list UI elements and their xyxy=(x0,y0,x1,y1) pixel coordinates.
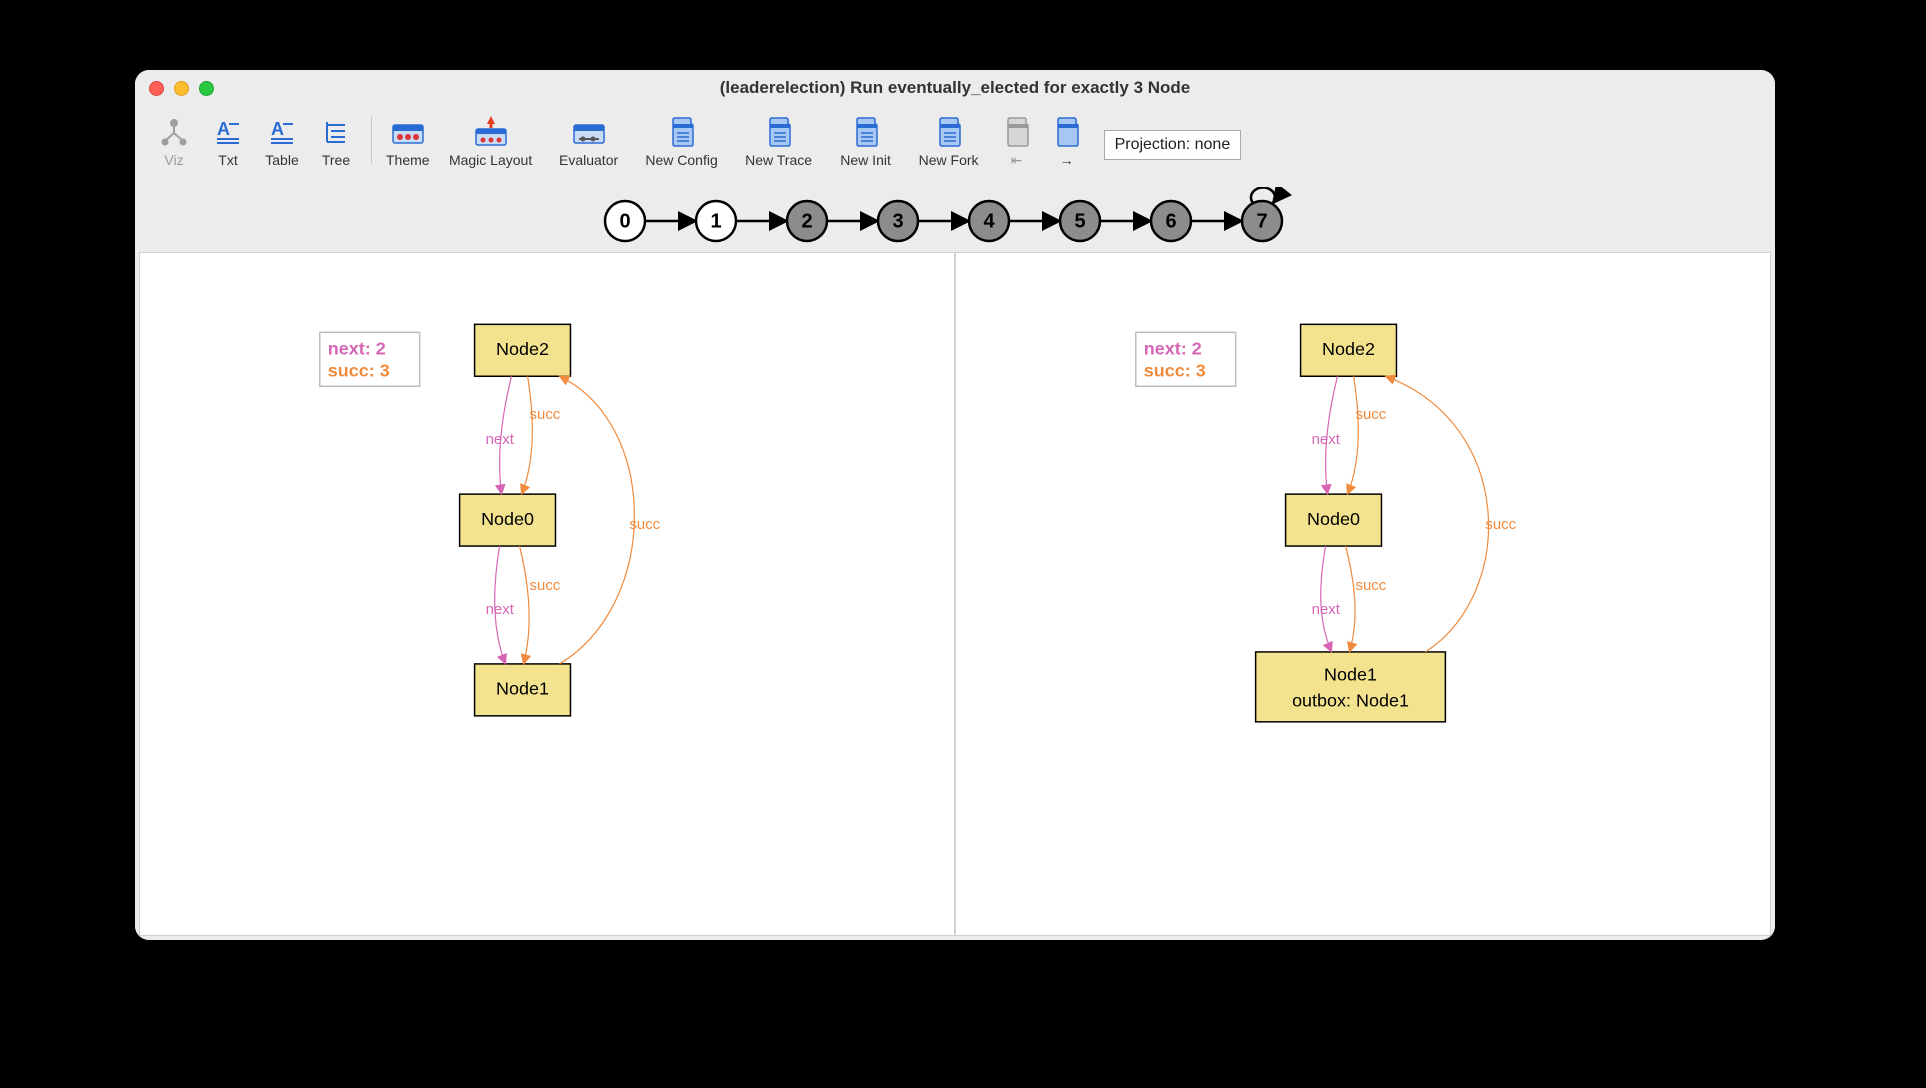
node-node1-label: Node1 xyxy=(1324,665,1377,685)
svg-text:next: next xyxy=(1312,601,1341,618)
node-node0-label: Node0 xyxy=(1307,509,1360,529)
theme-button[interactable]: Theme xyxy=(380,112,436,176)
txt-button[interactable]: A Txt xyxy=(201,112,255,176)
window: (leaderelection) Run eventually_elected … xyxy=(135,70,1775,940)
magic-layout-label: Magic Layout xyxy=(449,152,532,168)
svg-text:2: 2 xyxy=(801,210,812,232)
node-node1-outbox: outbox: Node1 xyxy=(1292,691,1409,711)
svg-text:5: 5 xyxy=(1074,210,1085,232)
scroll-fwd-icon xyxy=(1052,114,1082,150)
toolbar: Viz A Txt A Tabl xyxy=(135,106,1775,182)
toolbar-separator xyxy=(371,116,372,164)
new-fork-button[interactable]: New Fork xyxy=(906,112,992,176)
svg-text:4: 4 xyxy=(983,210,995,232)
node-node2-label: Node2 xyxy=(1322,339,1375,359)
trace-bar: 0 1 2 3 4 xyxy=(135,182,1775,252)
close-button[interactable] xyxy=(149,81,164,96)
legend-succ: succ: 3 xyxy=(328,360,390,380)
right-graph: next: 2 succ: 3 Node2 Node0 Node1 outbox… xyxy=(956,253,1770,935)
svg-text:6: 6 xyxy=(1165,210,1176,232)
window-controls xyxy=(149,81,214,96)
zoom-button[interactable] xyxy=(199,81,214,96)
svg-text:succ: succ xyxy=(530,406,561,423)
txt-label: Txt xyxy=(218,152,237,168)
svg-text:succ: succ xyxy=(1356,406,1387,423)
txt-icon: A xyxy=(213,114,243,150)
trace-state-6[interactable]: 6 xyxy=(1151,201,1191,241)
new-trace-button[interactable]: New Trace xyxy=(732,112,826,176)
legend-succ: succ: 3 xyxy=(1144,360,1206,380)
trace-svg: 0 1 2 3 4 xyxy=(595,187,1315,247)
titlebar: (leaderelection) Run eventually_elected … xyxy=(135,70,1775,106)
tree-icon xyxy=(321,114,351,150)
evaluator-label: Evaluator xyxy=(559,152,618,168)
trace-state-1[interactable]: 1 xyxy=(696,201,736,241)
nav-fwd-button[interactable]: → xyxy=(1042,112,1092,176)
new-init-button[interactable]: New Init xyxy=(826,112,906,176)
evaluator-button[interactable]: Evaluator xyxy=(546,112,632,176)
left-pane[interactable]: next: 2 succ: 3 Node2 Node0 Node1 next s… xyxy=(139,252,955,936)
svg-text:A: A xyxy=(217,119,230,139)
magic-layout-icon xyxy=(471,114,511,150)
panes: next: 2 succ: 3 Node2 Node0 Node1 next s… xyxy=(135,252,1775,940)
svg-text:succ: succ xyxy=(530,577,561,594)
svg-text:succ: succ xyxy=(1356,577,1387,594)
svg-text:1: 1 xyxy=(710,210,721,232)
new-config-label: New Config xyxy=(645,152,717,168)
svg-text:next: next xyxy=(1312,431,1341,448)
node-node1-label: Node1 xyxy=(496,679,549,699)
new-trace-icon xyxy=(764,114,794,150)
node-node1[interactable] xyxy=(1256,652,1446,722)
trace-state-0[interactable]: 0 xyxy=(605,201,645,241)
svg-text:succ: succ xyxy=(1485,516,1516,533)
node-node0-label: Node0 xyxy=(481,509,534,529)
new-init-label: New Init xyxy=(840,152,891,168)
trace-state-4[interactable]: 4 xyxy=(969,201,1009,241)
trace-state-2[interactable]: 2 xyxy=(787,201,827,241)
theme-label: Theme xyxy=(386,152,430,168)
legend-next: next: 2 xyxy=(328,338,386,358)
tree-button[interactable]: Tree xyxy=(309,112,363,176)
trace-state-3[interactable]: 3 xyxy=(878,201,918,241)
new-init-icon xyxy=(851,114,881,150)
table-button[interactable]: A Table xyxy=(255,112,309,176)
svg-text:7: 7 xyxy=(1256,210,1267,232)
projection-label: Projection: none xyxy=(1115,136,1231,154)
magic-layout-button[interactable]: Magic Layout xyxy=(436,112,546,176)
trace-state-5[interactable]: 5 xyxy=(1060,201,1100,241)
projection-selector[interactable]: Projection: none xyxy=(1104,130,1242,160)
scroll-back-icon xyxy=(1002,114,1032,150)
viz-icon xyxy=(159,114,189,150)
left-graph: next: 2 succ: 3 Node2 Node0 Node1 next s… xyxy=(140,253,954,935)
new-config-button[interactable]: New Config xyxy=(632,112,732,176)
svg-text:succ: succ xyxy=(629,516,660,533)
svg-text:A: A xyxy=(271,119,284,139)
nav-fwd-label: → xyxy=(1060,152,1074,168)
table-icon: A xyxy=(267,114,297,150)
svg-text:next: next xyxy=(486,601,515,618)
svg-text:0: 0 xyxy=(619,210,630,232)
nav-back-label: ⇤ xyxy=(1011,152,1023,169)
node-node2-label: Node2 xyxy=(496,339,549,359)
tree-label: Tree xyxy=(322,152,350,168)
window-title: (leaderelection) Run eventually_elected … xyxy=(135,78,1775,98)
right-pane[interactable]: next: 2 succ: 3 Node2 Node0 Node1 outbox… xyxy=(955,252,1771,936)
theme-icon xyxy=(390,114,426,150)
legend-next: next: 2 xyxy=(1144,338,1202,358)
viz-button[interactable]: Viz xyxy=(147,112,201,176)
new-trace-label: New Trace xyxy=(745,152,812,168)
trace-state-7[interactable]: 7 xyxy=(1242,201,1282,241)
new-fork-icon xyxy=(934,114,964,150)
table-label: Table xyxy=(265,152,298,168)
viz-label: Viz xyxy=(164,152,183,168)
svg-text:next: next xyxy=(486,431,515,448)
svg-text:3: 3 xyxy=(892,210,903,232)
new-fork-label: New Fork xyxy=(919,152,979,168)
minimize-button[interactable] xyxy=(174,81,189,96)
evaluator-icon xyxy=(571,114,607,150)
nav-back-button[interactable]: ⇤ xyxy=(992,112,1042,176)
new-config-icon xyxy=(667,114,697,150)
